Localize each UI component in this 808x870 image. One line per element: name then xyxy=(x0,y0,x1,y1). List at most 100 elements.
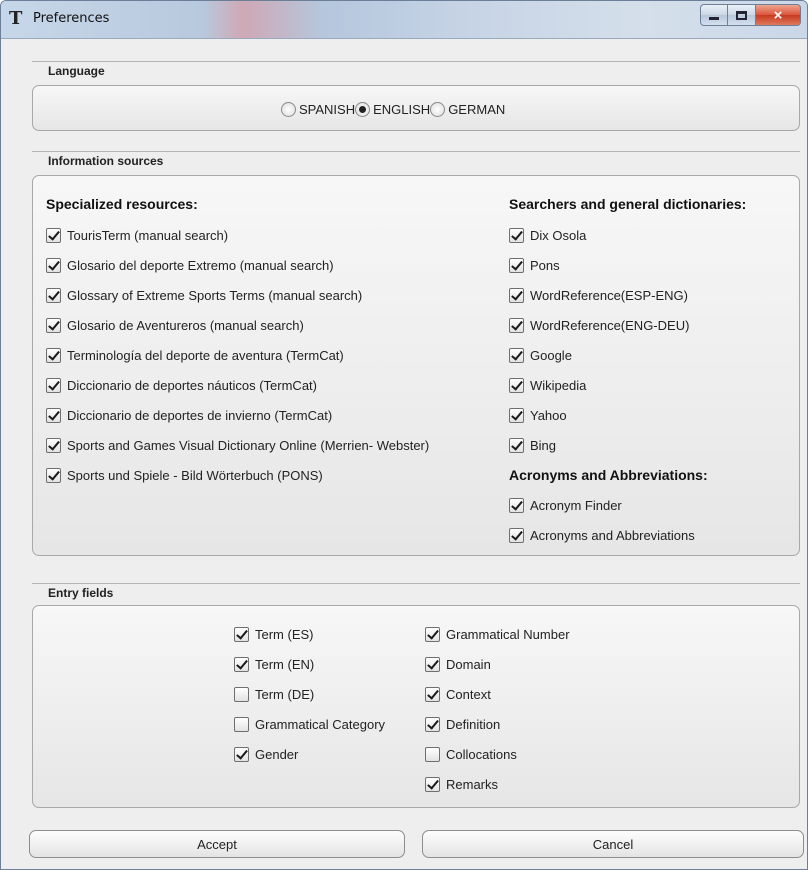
specialized-resource-checkbox-item[interactable]: Glosario de Aventureros (manual search) xyxy=(46,315,304,335)
entry-field-checkbox-item[interactable]: Term (DE) xyxy=(234,684,314,704)
entry-field-checkbox-item[interactable]: Domain xyxy=(425,654,491,674)
specialized-resource-checkbox-item[interactable]: Diccionario de deportes de invierno (Ter… xyxy=(46,405,332,425)
entry-field-checkbox-label: Collocations xyxy=(446,746,517,762)
searcher-checkbox-item[interactable]: Pons xyxy=(509,255,560,275)
entry-field-checkbox[interactable] xyxy=(425,626,440,642)
entry-fields-section-title: Entry fields xyxy=(48,586,114,600)
searchers-heading: Searchers and general dictionaries: xyxy=(509,196,747,212)
specialized-resource-checkbox[interactable] xyxy=(46,377,61,393)
entry-field-checkbox[interactable] xyxy=(234,716,249,732)
radio-english[interactable]: ENGLISH xyxy=(355,101,431,117)
acronym-source-checkbox-item[interactable]: Acronym Finder xyxy=(509,495,622,515)
specialized-resource-checkbox-label: Glossary of Extreme Sports Terms (manual… xyxy=(67,287,363,303)
radio-german[interactable]: GERMAN xyxy=(430,101,506,117)
specialized-resource-checkbox[interactable] xyxy=(46,227,61,243)
radio-spanish-control[interactable] xyxy=(281,101,296,117)
maximize-button[interactable] xyxy=(728,4,755,26)
searcher-checkbox-item[interactable]: WordReference(ENG-DEU) xyxy=(509,315,689,335)
searcher-checkbox-item[interactable]: Dix Osola xyxy=(509,225,586,245)
specialized-resources-heading: Specialized resources: xyxy=(46,196,198,212)
searcher-checkbox-item[interactable]: Wikipedia xyxy=(509,375,586,395)
specialized-resource-checkbox-label: Sports und Spiele - Bild Wörterbuch (PON… xyxy=(67,467,323,483)
specialized-resource-checkbox-label: Diccionario de deportes de invierno (Ter… xyxy=(67,407,333,423)
accept-button[interactable]: Accept xyxy=(29,830,405,858)
entry-field-checkbox-item[interactable]: Remarks xyxy=(425,774,498,794)
specialized-resource-checkbox[interactable] xyxy=(46,317,61,333)
searcher-checkbox-label: Yahoo xyxy=(530,407,567,423)
searcher-checkbox-item[interactable]: Yahoo xyxy=(509,405,567,425)
searcher-checkbox-label: Bing xyxy=(530,437,557,453)
entry-field-checkbox-label: Gender xyxy=(255,746,299,762)
acronyms-heading: Acronyms and Abbreviations: xyxy=(509,467,708,483)
searcher-checkbox[interactable] xyxy=(509,377,524,393)
window-title: Preferences xyxy=(33,11,110,26)
specialized-resource-checkbox-label: Sports and Games Visual Dictionary Onlin… xyxy=(67,437,430,453)
entry-field-checkbox-item[interactable]: Definition xyxy=(425,714,500,734)
entry-field-checkbox[interactable] xyxy=(425,716,440,732)
close-button[interactable]: × xyxy=(755,4,801,26)
radio-german-control[interactable] xyxy=(430,101,446,117)
specialized-resource-checkbox[interactable] xyxy=(46,347,61,363)
entry-field-checkbox-label: Term (EN) xyxy=(255,656,315,672)
specialized-resource-checkbox-label: TourisTerm (manual search) xyxy=(67,227,229,243)
specialized-resource-checkbox[interactable] xyxy=(46,467,61,483)
entry-field-checkbox-label: Domain xyxy=(446,656,491,672)
radio-english-label: ENGLISH xyxy=(373,101,431,117)
minimize-button[interactable] xyxy=(700,4,728,26)
specialized-resource-checkbox-item[interactable]: Glosario del deporte Extremo (manual sea… xyxy=(46,255,334,275)
entry-field-checkbox[interactable] xyxy=(425,656,440,672)
searcher-checkbox-item[interactable]: Google xyxy=(509,345,572,365)
radio-spanish[interactable]: SPANISH xyxy=(281,101,355,117)
searcher-checkbox[interactable] xyxy=(509,287,524,303)
searcher-checkbox-item[interactable]: WordReference(ESP-ENG) xyxy=(509,285,688,305)
specialized-resource-checkbox[interactable] xyxy=(46,257,61,273)
specialized-resource-checkbox-item[interactable]: Glossary of Extreme Sports Terms (manual… xyxy=(46,285,362,305)
entry-field-checkbox-item[interactable]: Context xyxy=(425,684,491,704)
entry-field-checkbox[interactable] xyxy=(234,626,249,642)
entry-field-checkbox[interactable] xyxy=(425,746,440,762)
acronym-source-checkbox-item[interactable]: Acronyms and Abbreviations xyxy=(509,525,695,545)
specialized-resource-checkbox[interactable] xyxy=(46,287,61,303)
specialized-resource-checkbox-item[interactable]: Sports and Games Visual Dictionary Onlin… xyxy=(46,435,429,455)
specialized-resource-checkbox[interactable] xyxy=(46,407,61,423)
entry-field-checkbox-label: Grammatical Category xyxy=(255,716,386,732)
radio-english-control[interactable] xyxy=(355,101,371,117)
entry-field-checkbox-item[interactable]: Grammatical Category xyxy=(234,714,385,734)
searcher-checkbox-label: Pons xyxy=(530,257,560,273)
searcher-checkbox-item[interactable]: Bing xyxy=(509,435,556,455)
acronym-source-checkbox[interactable] xyxy=(509,497,524,513)
entry-field-checkbox-item[interactable]: Gender xyxy=(234,744,298,764)
language-radio-group: SPANISH ENGLISH GERMAN xyxy=(281,98,505,120)
searcher-checkbox[interactable] xyxy=(509,227,524,243)
specialized-resource-checkbox-item[interactable]: Sports und Spiele - Bild Wörterbuch (PON… xyxy=(46,465,323,485)
specialized-resource-checkbox[interactable] xyxy=(46,437,61,453)
entry-field-checkbox-item[interactable]: Collocations xyxy=(425,744,517,764)
title-bar[interactable]: T Preferences × xyxy=(1,1,807,39)
sources-divider xyxy=(32,151,800,152)
acronym-source-checkbox[interactable] xyxy=(509,527,524,543)
searcher-checkbox[interactable] xyxy=(509,257,524,273)
radio-german-label: GERMAN xyxy=(448,101,506,117)
specialized-resource-checkbox-item[interactable]: Terminología del deporte de aventura (Te… xyxy=(46,345,344,365)
searcher-checkbox[interactable] xyxy=(509,437,524,453)
entry-fields-group xyxy=(32,605,800,808)
entry-field-checkbox-item[interactable]: Term (ES) xyxy=(234,624,314,644)
entry-field-checkbox-label: Context xyxy=(446,686,491,702)
cancel-button[interactable]: Cancel xyxy=(422,830,804,858)
specialized-resource-checkbox-item[interactable]: Diccionario de deportes náuticos (TermCa… xyxy=(46,375,317,395)
entry-field-checkbox-item[interactable]: Grammatical Number xyxy=(425,624,570,644)
entry-field-checkbox[interactable] xyxy=(425,776,440,792)
entry-field-checkbox-item[interactable]: Term (EN) xyxy=(234,654,314,674)
specialized-resource-checkbox-item[interactable]: TourisTerm (manual search) xyxy=(46,225,228,245)
entry-field-checkbox-label: Term (DE) xyxy=(255,686,315,702)
entry-field-checkbox[interactable] xyxy=(234,686,249,702)
entry-field-checkbox-label: Definition xyxy=(446,716,501,732)
searcher-checkbox[interactable] xyxy=(509,317,524,333)
entry-field-checkbox[interactable] xyxy=(234,746,249,762)
searcher-checkbox[interactable] xyxy=(509,347,524,363)
searcher-checkbox[interactable] xyxy=(509,407,524,423)
entry-field-checkbox-label: Remarks xyxy=(446,776,499,792)
entry-field-checkbox[interactable] xyxy=(234,656,249,672)
entry-field-checkbox[interactable] xyxy=(425,686,440,702)
entry-field-checkbox-label: Term (ES) xyxy=(255,626,314,642)
